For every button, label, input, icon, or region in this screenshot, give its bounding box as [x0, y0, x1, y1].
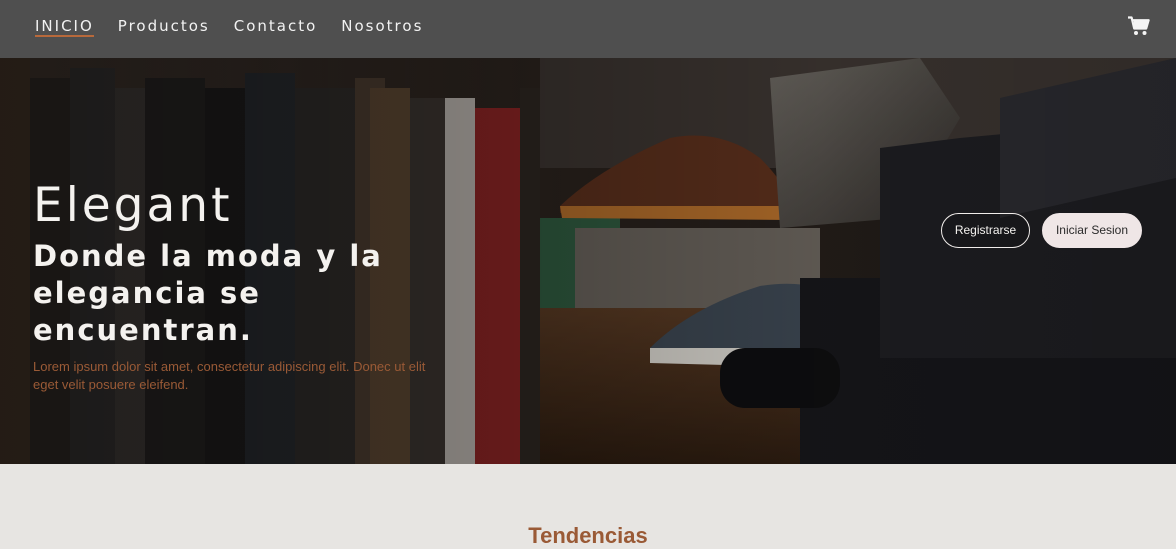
login-button[interactable]: Iniciar Sesion	[1042, 213, 1142, 248]
register-button[interactable]: Registrarse	[941, 213, 1030, 248]
hero-tagline: Donde la moda y la elegancia se encuentr…	[33, 239, 383, 347]
navbar: INICIO Productos Contacto Nosotros	[0, 0, 1176, 58]
nav-link-nosotros[interactable]: Nosotros	[341, 17, 423, 37]
nav-link-contacto[interactable]: Contacto	[234, 17, 318, 37]
nav-link-inicio[interactable]: INICIO	[35, 17, 94, 37]
hero-banner: Elegant Donde la moda y la elegancia se …	[0, 58, 1176, 464]
section-title-tendencias: Tendencias	[528, 523, 648, 548]
shopping-cart-icon[interactable]	[1128, 16, 1150, 36]
hero-description: Lorem ipsum dolor sit amet, consectetur …	[33, 359, 426, 392]
nav-links: INICIO Productos Contacto Nosotros	[35, 17, 447, 37]
hero-brand-title: Elegant	[33, 178, 233, 233]
nav-link-productos[interactable]: Productos	[118, 17, 210, 37]
